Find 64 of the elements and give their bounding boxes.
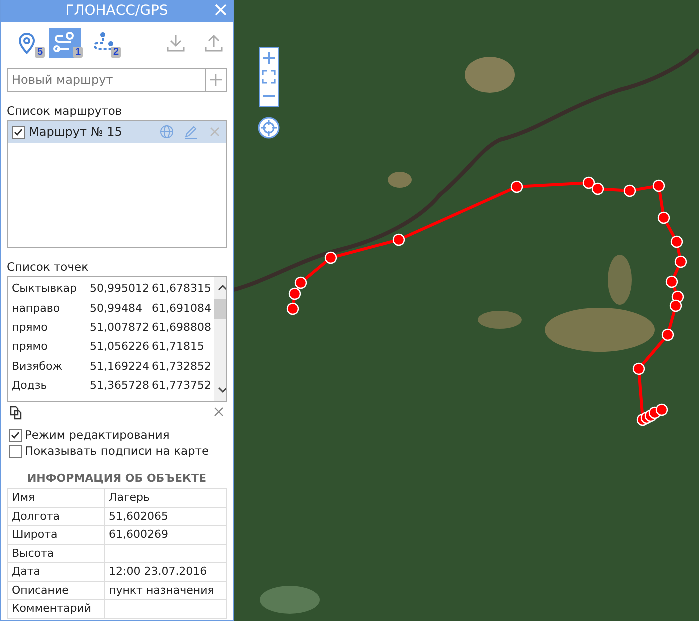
option-label: Показывать подписи на карте [25,444,210,458]
property-value: пункт назначения [109,584,214,597]
longitude-cell-text: 51,056226 [90,340,150,354]
longitude-cell-text: 50,99484 [90,302,144,315]
close-icon[interactable] [213,406,225,418]
download-icon[interactable] [165,32,187,54]
route-checkbox[interactable] [12,126,25,138]
info-title: ИНФОРМАЦИЯ ОБ ОБЪЕКТЕ [26,472,208,487]
option-label: Режим редактирования [25,428,170,442]
delete-icon[interactable] [208,125,222,139]
property-name: Дата [12,565,40,578]
points-tab[interactable]: 5 [11,28,43,58]
checkbox[interactable] [9,428,22,442]
property-name: Имя [12,491,36,504]
count-badge: 1 [73,47,83,58]
locate-icon[interactable] [258,117,280,139]
route-icon [53,31,77,55]
add-button[interactable] [205,68,227,92]
window-title: ГЛОНАСС/GPS [66,3,168,19]
plus-icon [209,73,223,87]
count-badge: 2 [111,47,121,58]
fullscreen-icon[interactable] [262,70,276,84]
upload-icon[interactable] [203,32,225,54]
point-name[interactable]: Сыктывкар [12,282,90,296]
latitude-cell-text: 61,698808 [152,320,212,334]
scroll-thumb[interactable] [214,299,226,319]
pencil-icon[interactable] [184,125,198,139]
longitude-cell-text: 51,169224 [90,360,150,373]
route-drawing[interactable] [286,176,688,426]
longitude-cell-text: 51,007872 [90,320,150,334]
route-item[interactable]: Маршрут № 15 [8,121,226,143]
latitude-cell-text: 61,773752 [152,379,212,392]
property-value: 12:00 23.07.2016 [109,565,208,578]
property-name: Широта [12,528,58,542]
zoom-in-icon[interactable] [262,50,276,65]
count-badge: 5 [35,47,45,58]
point-name[interactable]: Визябож [12,360,90,373]
checkbox[interactable] [9,444,22,458]
latitude-cell-text: 61,678315 [152,282,212,296]
property-value: 61,600269 [109,528,168,542]
point-name[interactable]: Додзь [12,379,90,392]
latitude-cell-text: 61,732852 [152,360,212,373]
property-value: Лагерь [109,491,150,504]
latitude-cell-text: 61,691084 [152,302,212,315]
globe-icon[interactable] [160,125,174,139]
scrollbar[interactable] [214,277,226,401]
property-name: Комментарий [12,602,92,616]
longitude-cell-text: 51,365728 [90,379,150,392]
property-value: 51,602065 [109,510,168,523]
routes-tab[interactable]: 1 [49,28,81,58]
new-route-field[interactable]: Новый маршрут [7,68,205,92]
close-icon[interactable] [213,2,229,18]
latitude-cell-text: 61,71815 [152,340,206,354]
longitude-cell-text: 50,995012 [90,282,150,296]
points-list-label: Список точек [7,260,90,274]
tracks-tab[interactable]: 2 [87,28,119,58]
property-name: Долгота [12,510,60,523]
copy-icon[interactable] [9,406,23,420]
point-name[interactable]: прямо [12,320,90,334]
property-name: Высота [12,546,54,560]
routes-list-label: Список маршрутов [7,104,124,118]
point-name[interactable]: направо [12,302,90,315]
point-name[interactable]: прямо [12,340,90,354]
property-name: Описание [12,584,69,597]
